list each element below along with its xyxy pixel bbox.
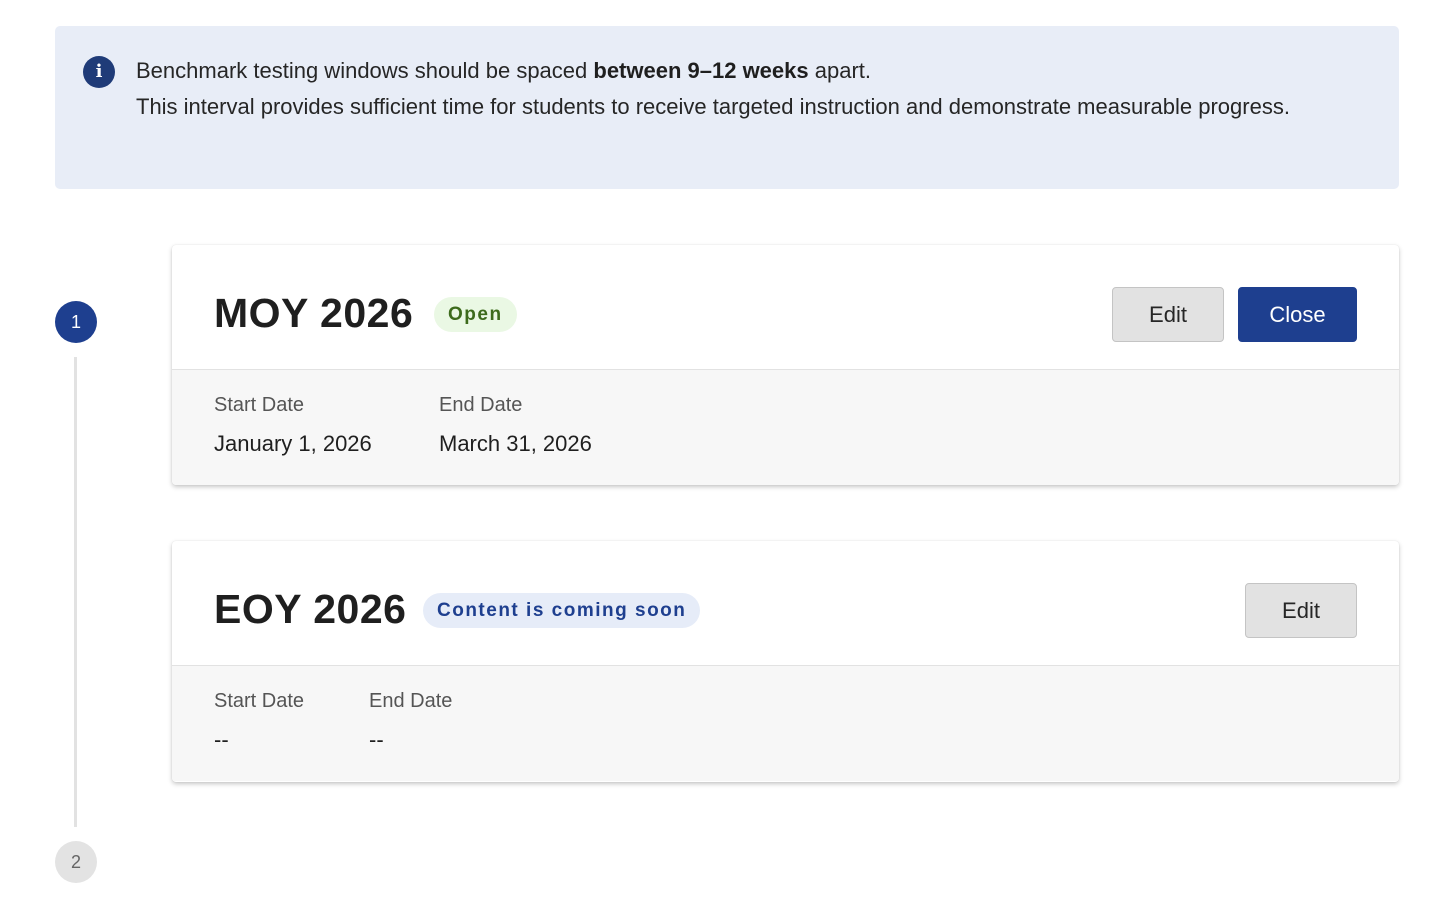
edit-button[interactable]: Edit xyxy=(1245,583,1357,638)
status-badge: Content is coming soon xyxy=(423,593,701,628)
window-title: MOY 2026 xyxy=(214,290,414,336)
benchmark-windows-page: i Benchmark testing windows should be sp… xyxy=(0,0,1445,908)
info-text-after: apart. xyxy=(808,58,871,83)
end-date-label: End Date xyxy=(369,690,453,712)
card-dates: Start Date January 1, 2026 End Date Marc… xyxy=(172,370,1399,485)
card-dates: Start Date -- End Date -- xyxy=(172,666,1399,781)
info-banner: i Benchmark testing windows should be sp… xyxy=(55,26,1399,189)
window-card-eoy: EOY 2026 Content is coming soon Edit Sta… xyxy=(172,541,1399,782)
info-text-bold: between 9–12 weeks xyxy=(593,58,809,83)
info-message-line1: Benchmark testing windows should be spac… xyxy=(136,53,1346,89)
window-card-moy: MOY 2026 Open Edit Close Start Date Janu… xyxy=(172,245,1399,485)
info-message-line2: This interval provides sufficient time f… xyxy=(136,94,1290,119)
info-icon: i xyxy=(83,56,115,88)
close-button[interactable]: Close xyxy=(1238,287,1357,342)
timeline-step-2: 2 xyxy=(55,841,97,883)
end-date-label: End Date xyxy=(439,394,523,416)
end-date-value: March 31, 2026 xyxy=(439,431,592,456)
timeline-step-1: 1 xyxy=(55,301,97,343)
card-header: MOY 2026 Open Edit Close xyxy=(172,245,1399,370)
window-title: EOY 2026 xyxy=(214,586,407,632)
start-date-value: -- xyxy=(214,727,229,752)
start-date-field: Start Date January 1, 2026 xyxy=(214,393,372,457)
end-date-value: -- xyxy=(369,727,384,752)
start-date-label: Start Date xyxy=(214,394,305,416)
timeline-connector xyxy=(74,357,77,827)
info-message: Benchmark testing windows should be spac… xyxy=(136,53,1346,124)
end-date-field: End Date March 31, 2026 xyxy=(439,393,592,457)
start-date-value: January 1, 2026 xyxy=(214,431,372,456)
end-date-field: End Date -- xyxy=(369,689,452,753)
card-header: EOY 2026 Content is coming soon Edit xyxy=(172,541,1399,666)
status-badge: Open xyxy=(434,297,517,332)
start-date-label: Start Date xyxy=(214,690,305,712)
edit-button[interactable]: Edit xyxy=(1112,287,1224,342)
info-text-before: Benchmark testing windows should be spac… xyxy=(136,58,594,83)
start-date-field: Start Date -- xyxy=(214,689,304,753)
